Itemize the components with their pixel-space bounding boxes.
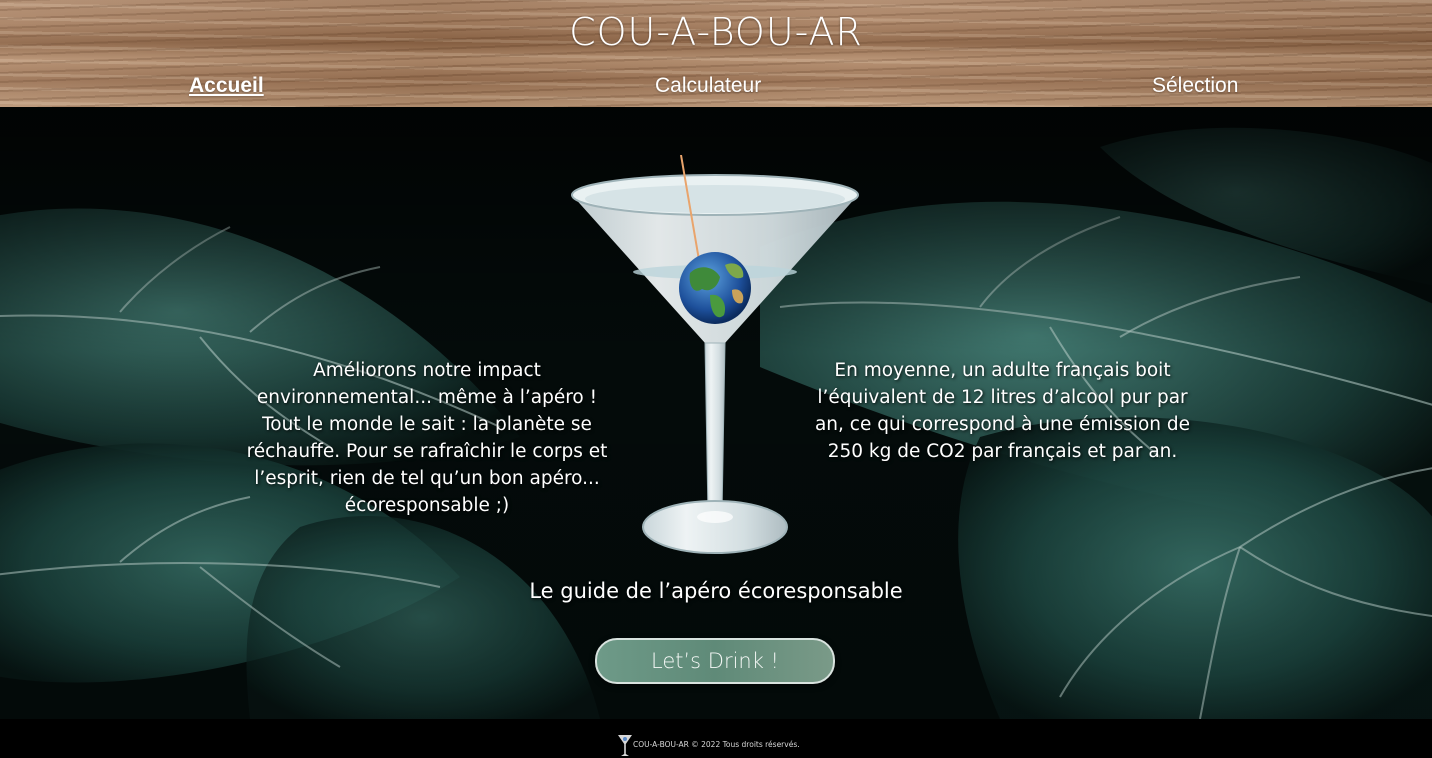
site-title: COU-A-BOU-AR bbox=[569, 10, 863, 54]
hero-section: Améliorons notre impact environnemental.… bbox=[0, 107, 1432, 719]
copyright-text: COU-A-BOU-AR © 2022 Tous droits réservés… bbox=[633, 740, 800, 749]
site-footer: COU-A-BOU-AR © 2022 Tous droits réservés… bbox=[0, 719, 1432, 758]
nav-selection[interactable]: Sélection bbox=[1152, 74, 1238, 98]
nav-calculateur[interactable]: Calculateur bbox=[655, 74, 761, 98]
guide-heading: Le guide de l’apéro écoresponsable bbox=[529, 579, 903, 603]
stats-text: En moyenne, un adulte français boit l’éq… bbox=[814, 360, 1191, 462]
lets-drink-button[interactable]: Let’s Drink ! bbox=[595, 638, 835, 684]
intro-text: Améliorons notre impact environnemental.… bbox=[246, 360, 608, 516]
site-header: COU-A-BOU-AR Accueil Calculateur Sélecti… bbox=[0, 0, 1432, 107]
nav-accueil[interactable]: Accueil bbox=[189, 74, 264, 98]
martini-glass-icon bbox=[618, 735, 632, 756]
